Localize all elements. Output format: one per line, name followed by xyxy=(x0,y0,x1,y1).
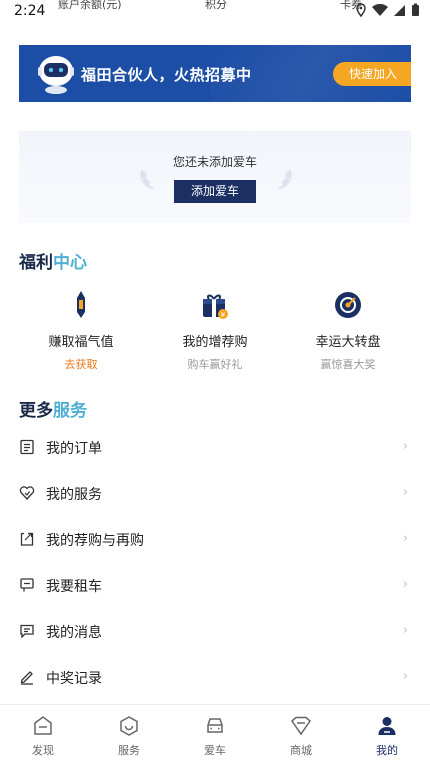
laurel-right-icon xyxy=(278,169,292,189)
tab-mall[interactable]: 商城 xyxy=(258,715,344,758)
welfare-grid: 赚取福气值 去获取 ¥ 我的增荐购 购车赢好礼 幸运大转盘 赢惊喜大奖 xyxy=(0,287,430,377)
service-icon xyxy=(19,486,35,500)
location-icon xyxy=(356,3,366,17)
rent-icon xyxy=(20,578,34,592)
banner-text: 福田合伙人，火热招募中 xyxy=(81,66,252,84)
tab-label: 发现 xyxy=(32,744,54,757)
welfare-label: 赚取福气值 xyxy=(48,335,114,350)
message-icon xyxy=(20,624,34,639)
chevron-right-icon: › xyxy=(402,669,408,684)
more-title-a: 更多 xyxy=(19,401,53,421)
mall-icon xyxy=(291,716,311,736)
welfare-title-a: 福利 xyxy=(19,253,53,273)
clipped-points: 积分 xyxy=(205,0,227,11)
tab-label: 爱车 xyxy=(204,744,226,757)
profile-icon xyxy=(378,717,396,735)
add-car-button[interactable]: 添加爱车 xyxy=(174,180,256,203)
tab-label: 我的 xyxy=(376,744,398,757)
tab-label: 商城 xyxy=(290,744,312,757)
robot-mascot-icon xyxy=(38,56,74,94)
quick-join-button[interactable]: 快速加入 xyxy=(333,62,411,86)
menu-item-prize-records[interactable]: 中奖记录 › xyxy=(0,655,430,701)
menu-item-label: 我要租车 xyxy=(46,579,102,595)
more-title-b: 服务 xyxy=(53,401,87,421)
laurel-left-icon xyxy=(140,169,154,189)
welfare-item-wheel[interactable]: 幸运大转盘 赢惊喜大奖 xyxy=(278,287,418,372)
more-services-list: 我的订单 › 我的服务 › 我的荐购与再购 › 我要租车 › 我的消息 › 中奖… xyxy=(0,425,430,701)
welfare-section-title: 福利中心 xyxy=(19,248,87,273)
menu-item-label: 我的消息 xyxy=(46,625,102,641)
more-section-title: 更多服务 xyxy=(19,396,87,421)
share-icon xyxy=(20,532,34,546)
battery-icon xyxy=(412,3,419,16)
welfare-item-earn[interactable]: 赚取福气值 去获取 xyxy=(11,287,151,372)
my-car-card: 您还未添加爱车 添加爱车 xyxy=(19,131,411,223)
chevron-right-icon: › xyxy=(402,439,408,454)
signal-icon xyxy=(394,4,405,16)
clipped-account-balance: 账户余额(元) xyxy=(58,0,122,11)
menu-item-label: 我的服务 xyxy=(46,487,102,503)
welfare-label: 我的增荐购 xyxy=(182,335,248,350)
welfare-label: 幸运大转盘 xyxy=(315,335,381,350)
tab-profile[interactable]: 我的 xyxy=(344,715,430,758)
menu-item-messages[interactable]: 我的消息 › xyxy=(0,609,430,655)
chevron-right-icon: › xyxy=(402,577,408,592)
chevron-right-icon: › xyxy=(402,623,408,638)
menu-item-services[interactable]: 我的服务 › xyxy=(0,471,430,517)
wifi-icon xyxy=(372,3,388,16)
menu-item-label: 我的荐购与再购 xyxy=(46,533,144,549)
car-icon xyxy=(207,718,223,733)
tab-car[interactable]: 爱车 xyxy=(172,715,258,758)
tab-services[interactable]: 服务 xyxy=(86,715,172,758)
status-time: 2:24 xyxy=(14,3,46,19)
welfare-sub: 去获取 xyxy=(64,358,98,371)
gift-icon: ¥ xyxy=(203,294,228,319)
chevron-right-icon: › xyxy=(402,531,408,546)
welfare-title-b: 中心 xyxy=(53,253,87,273)
menu-item-rent[interactable]: 我要租车 › xyxy=(0,563,430,609)
welfare-item-referral[interactable]: ¥ 我的增荐购 购车赢好礼 xyxy=(145,287,285,372)
discover-icon xyxy=(34,716,52,735)
welfare-sub: 赢惊喜大奖 xyxy=(320,358,376,371)
order-icon xyxy=(20,439,34,455)
svg-text:¥: ¥ xyxy=(221,311,226,319)
welfare-sub: 购车赢好礼 xyxy=(187,358,243,371)
tab-discover[interactable]: 发现 xyxy=(0,715,86,758)
menu-item-orders[interactable]: 我的订单 › xyxy=(0,425,430,471)
chevron-right-icon: › xyxy=(402,485,408,500)
menu-item-referrals[interactable]: 我的荐购与再购 › xyxy=(0,517,430,563)
edit-icon xyxy=(20,671,33,685)
no-car-text: 您还未添加爱车 xyxy=(172,155,257,169)
service-tab-icon xyxy=(120,716,138,736)
menu-item-label: 我的订单 xyxy=(46,441,102,457)
target-icon xyxy=(335,292,361,318)
tab-label: 服务 xyxy=(118,744,140,757)
bottom-tab-bar: 发现 服务 爱车 商城 我的 xyxy=(0,704,430,764)
pen-icon xyxy=(77,291,85,318)
menu-item-label: 中奖记录 xyxy=(46,671,102,687)
status-bar: 2:24 账户余额(元) 积分 卡券 xyxy=(0,0,430,24)
partner-recruit-banner[interactable]: 福田合伙人，火热招募中 快速加入 xyxy=(19,45,411,102)
